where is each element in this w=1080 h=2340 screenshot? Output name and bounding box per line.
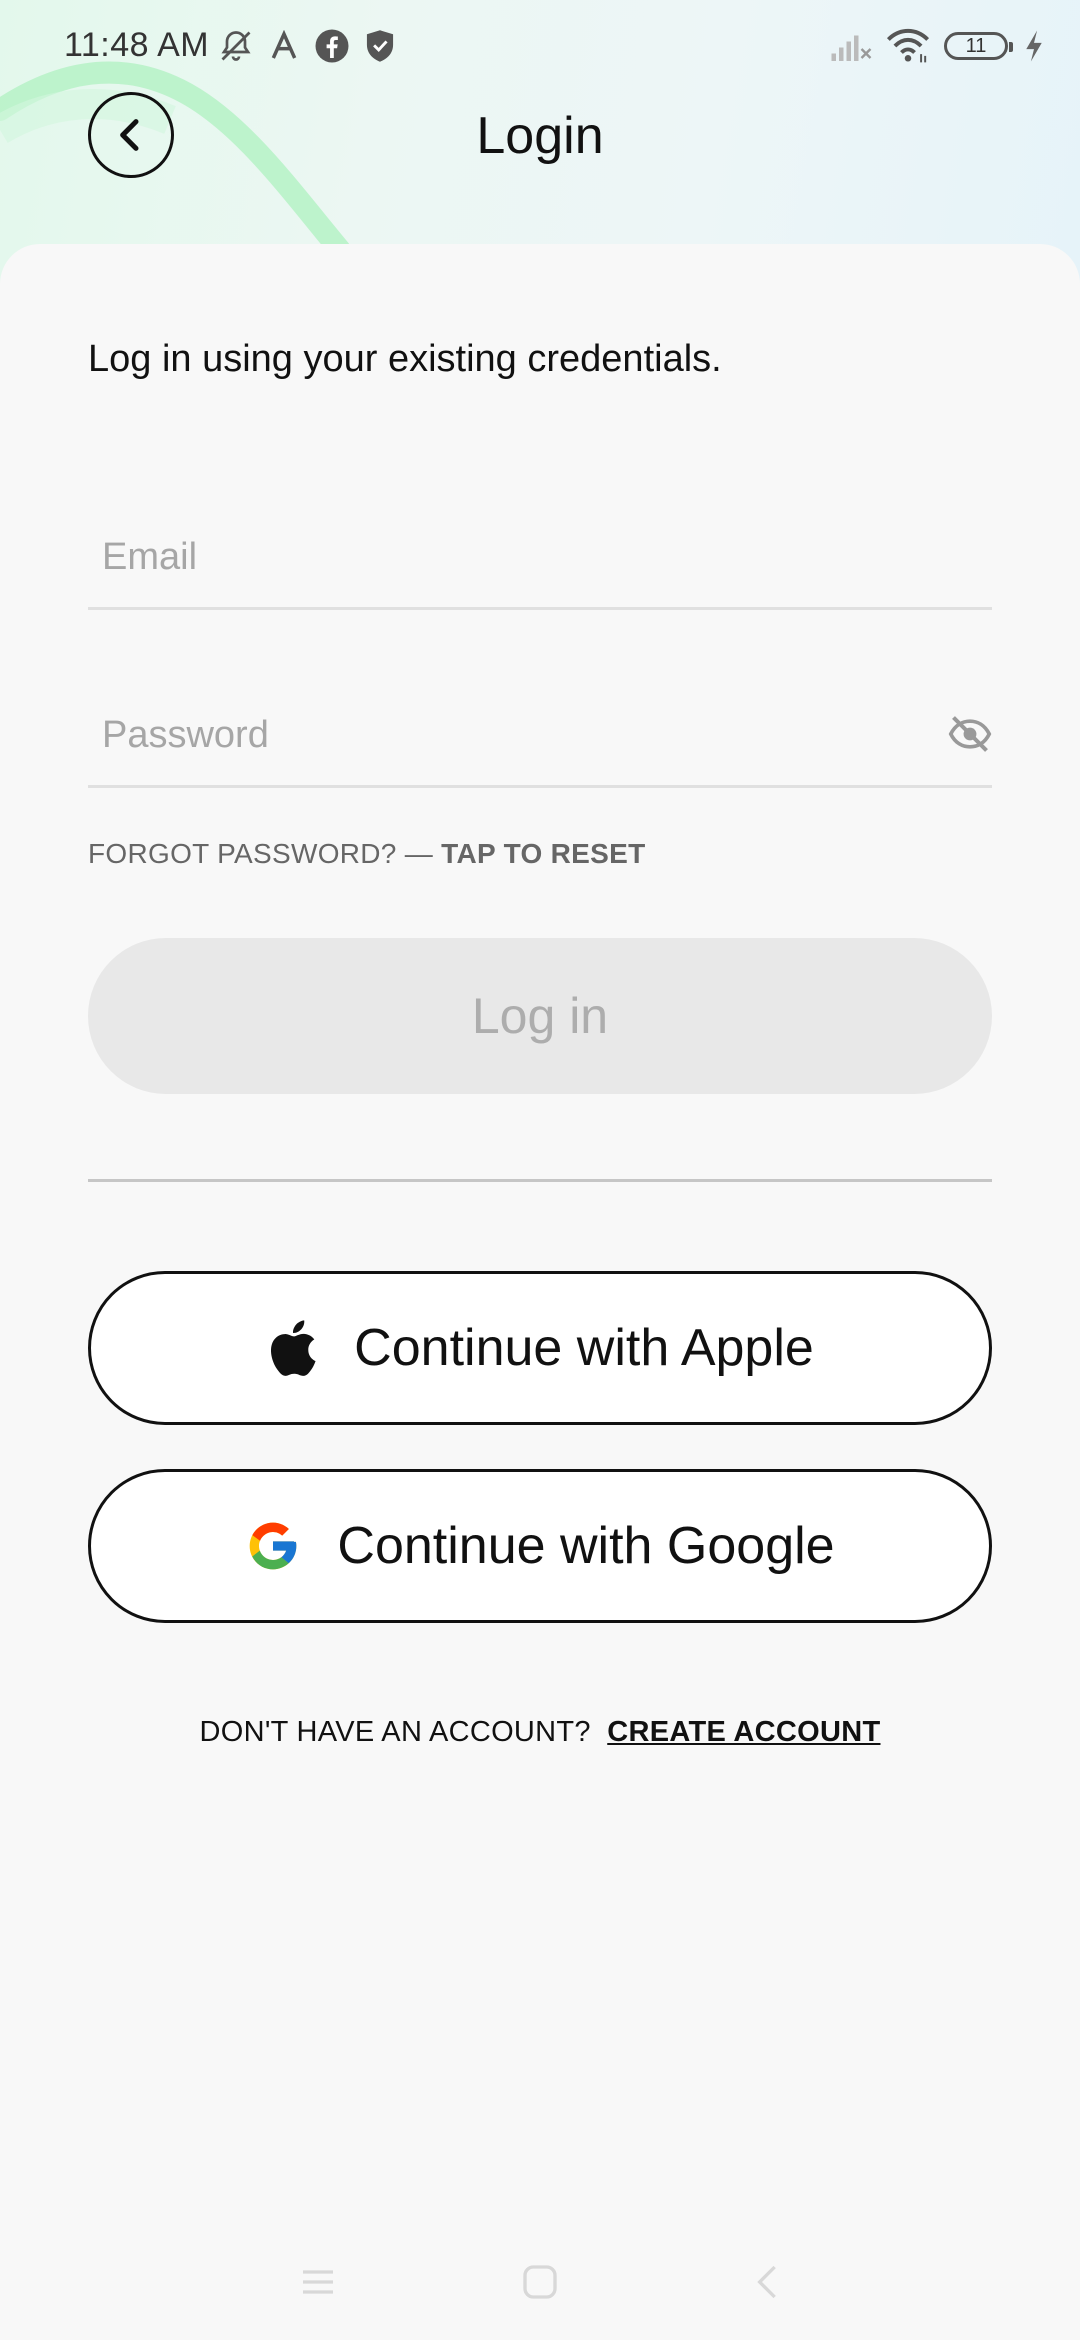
shield-icon [366, 30, 394, 62]
email-field-container [88, 510, 992, 610]
forgot-password-row: FORGOT PASSWORD? — TAP TO RESET [88, 838, 645, 870]
battery-icon: 11 [944, 32, 1013, 60]
continue-with-google-button[interactable]: Continue with Google [88, 1469, 992, 1623]
create-account-link[interactable]: CREATE ACCOUNT [607, 1716, 880, 1748]
forgot-password-text: FORGOT PASSWORD? — [88, 838, 434, 869]
battery-level: 11 [965, 34, 987, 57]
a-app-icon [271, 30, 297, 59]
tap-to-reset-link[interactable]: TAP TO RESET [441, 838, 645, 869]
login-button[interactable]: Log in [88, 938, 992, 1094]
charging-icon [1026, 30, 1042, 62]
login-subtitle: Log in using your existing credentials. [88, 338, 722, 380]
signup-row: DON'T HAVE AN ACCOUNT? CREATE ACCOUNT [0, 1716, 1080, 1749]
home-icon[interactable] [520, 2262, 560, 2302]
apple-button-label: Continue with Apple [354, 1319, 814, 1377]
password-input[interactable] [100, 704, 924, 766]
menu-icon[interactable] [298, 2262, 338, 2302]
divider [88, 1179, 992, 1182]
status-time: 11:48 AM [64, 26, 210, 64]
eye-off-icon[interactable] [948, 712, 992, 756]
google-button-label: Continue with Google [337, 1517, 835, 1575]
password-field-container [88, 688, 992, 788]
signup-prompt: DON'T HAVE AN ACCOUNT? [199, 1716, 591, 1748]
nav-back-icon[interactable] [748, 2262, 788, 2302]
continue-with-apple-button[interactable]: Continue with Apple [88, 1271, 992, 1425]
email-input[interactable] [100, 526, 924, 588]
notifications-off-icon [221, 31, 251, 61]
facebook-icon [315, 29, 349, 63]
status-bar: 11:48 AM 11 [0, 0, 1080, 100]
google-icon [250, 1522, 297, 1570]
status-notification-icons [218, 28, 396, 64]
apple-icon [271, 1320, 316, 1376]
system-nav-bar [0, 2240, 1080, 2340]
page-title: Login [476, 107, 604, 165]
signal-icon [831, 35, 872, 61]
wifi-icon [886, 28, 930, 63]
status-system-icons: 11 [830, 28, 1046, 64]
